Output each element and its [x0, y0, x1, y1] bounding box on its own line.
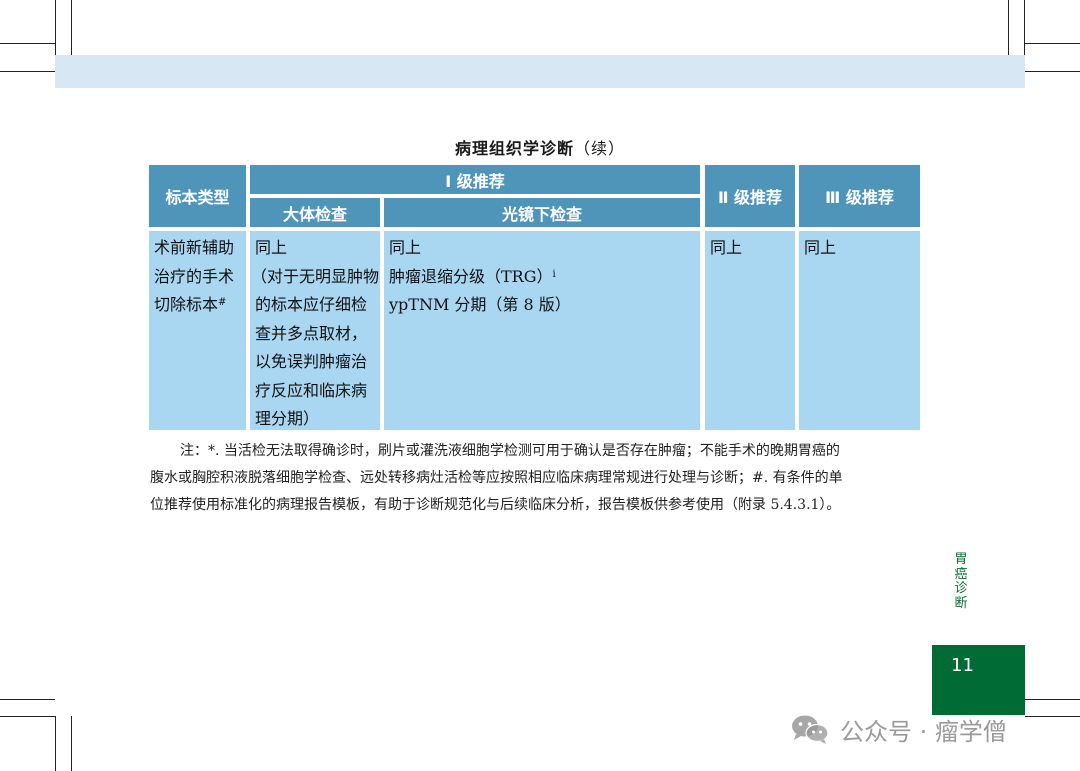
crop-mark: [55, 0, 56, 55]
crop-mark: [1025, 699, 1080, 700]
side-tab-char: 癌: [954, 566, 968, 582]
crop-mark: [0, 699, 55, 700]
crop-mark: [71, 0, 72, 55]
crop-mark: [1025, 716, 1080, 717]
cell-specimen-type: 术前新辅助 治疗的手术 切除标本#: [149, 231, 246, 430]
header-level1-gross: 大体检查: [250, 198, 380, 227]
level2-text: 同上: [710, 238, 743, 257]
header-level1-micro: 光镜下检查: [384, 198, 700, 227]
table-title-main: 病理组织学诊断: [454, 139, 574, 158]
gross-line: 疗反应和临床病: [255, 380, 368, 400]
gross-line: （对于无明显肿物: [251, 266, 380, 286]
crop-mark: [0, 716, 55, 717]
header-level2: Ⅱ 级推荐: [705, 165, 795, 227]
cell-gross-exam: 同上 （对于无明显肿物 的标本应仔细检 查并多点取材， 以免误判肿瘤治 疗反应和…: [250, 231, 380, 430]
side-tab-char: 胃: [954, 552, 968, 567]
note-line: 注：*. 当活检无法取得确诊时，刷片或灌洗液细胞学检测可用于确认是否存在肿瘤；不…: [180, 443, 840, 459]
cell-level2: 同上: [705, 231, 795, 430]
cell-micro-exam: 同上 肿瘤退缩分级（TRG）i ypTNM 分期（第 8 版）: [384, 231, 700, 430]
header-level1: Ⅰ 级推荐: [250, 165, 700, 194]
header-specimen-type: 标本类型: [149, 165, 246, 227]
level3-text: 同上: [804, 238, 837, 257]
crop-mark: [0, 43, 55, 44]
crop-mark: [0, 71, 55, 72]
chapter-side-tab: 胃 癌 诊 断: [952, 552, 970, 611]
gross-line: 同上: [255, 238, 288, 257]
table-title-suffix: （续）: [574, 139, 626, 158]
micro-line: 同上: [389, 238, 422, 257]
cell-level3: 同上: [799, 231, 920, 430]
side-tab-char: 断: [954, 595, 968, 611]
watermark: 公众号 · 瘤学僧: [790, 712, 1007, 746]
crop-mark: [1025, 43, 1080, 44]
crop-mark: [1008, 0, 1009, 55]
micro-line: ypTNM 分期（第 8 版）: [389, 295, 571, 314]
gross-line: 以免误判肿瘤治: [255, 352, 368, 371]
footnote-mark: #: [218, 297, 227, 308]
table-note: 注：*. 当活检无法取得确诊时，刷片或灌洗液细胞学检测可用于确认是否存在肿瘤；不…: [150, 438, 920, 519]
footnote-mark: i: [552, 268, 556, 280]
crop-mark: [1024, 0, 1025, 55]
note-line: 腹水或胸腔积液脱落细胞学检查、远处转移病灶活检等应按照相应临床病理常规进行处理与…: [150, 470, 843, 486]
gross-line: 理分期）: [255, 409, 320, 428]
table-title: 病理组织学诊断（续）: [0, 135, 1080, 159]
micro-line: 肿瘤退缩分级（TRG）i: [389, 266, 556, 286]
side-tab-char: 诊: [954, 581, 968, 596]
wechat-icon: [792, 715, 829, 744]
header-level3: Ⅲ 级推荐: [799, 165, 920, 227]
specimen-line: 术前新辅助: [154, 238, 235, 257]
specimen-line: 切除标本#: [154, 295, 227, 314]
header-band: [55, 55, 1025, 88]
specimen-line: 治疗的手术: [154, 266, 235, 286]
gross-line: 查并多点取材，: [255, 323, 368, 343]
gross-line: 的标本应仔细检: [255, 295, 368, 314]
page-number-box: 11: [932, 645, 1025, 715]
note-line: 位推荐使用标准化的病理报告模板，有助于诊断规范化与后续临床分析，报告模板供参考使…: [150, 497, 841, 513]
watermark-text: 公众号 · 瘤学僧: [840, 717, 1007, 746]
crop-mark: [55, 716, 56, 771]
crop-mark: [71, 716, 72, 771]
crop-mark: [1025, 71, 1080, 72]
page-number: 11: [951, 655, 974, 676]
